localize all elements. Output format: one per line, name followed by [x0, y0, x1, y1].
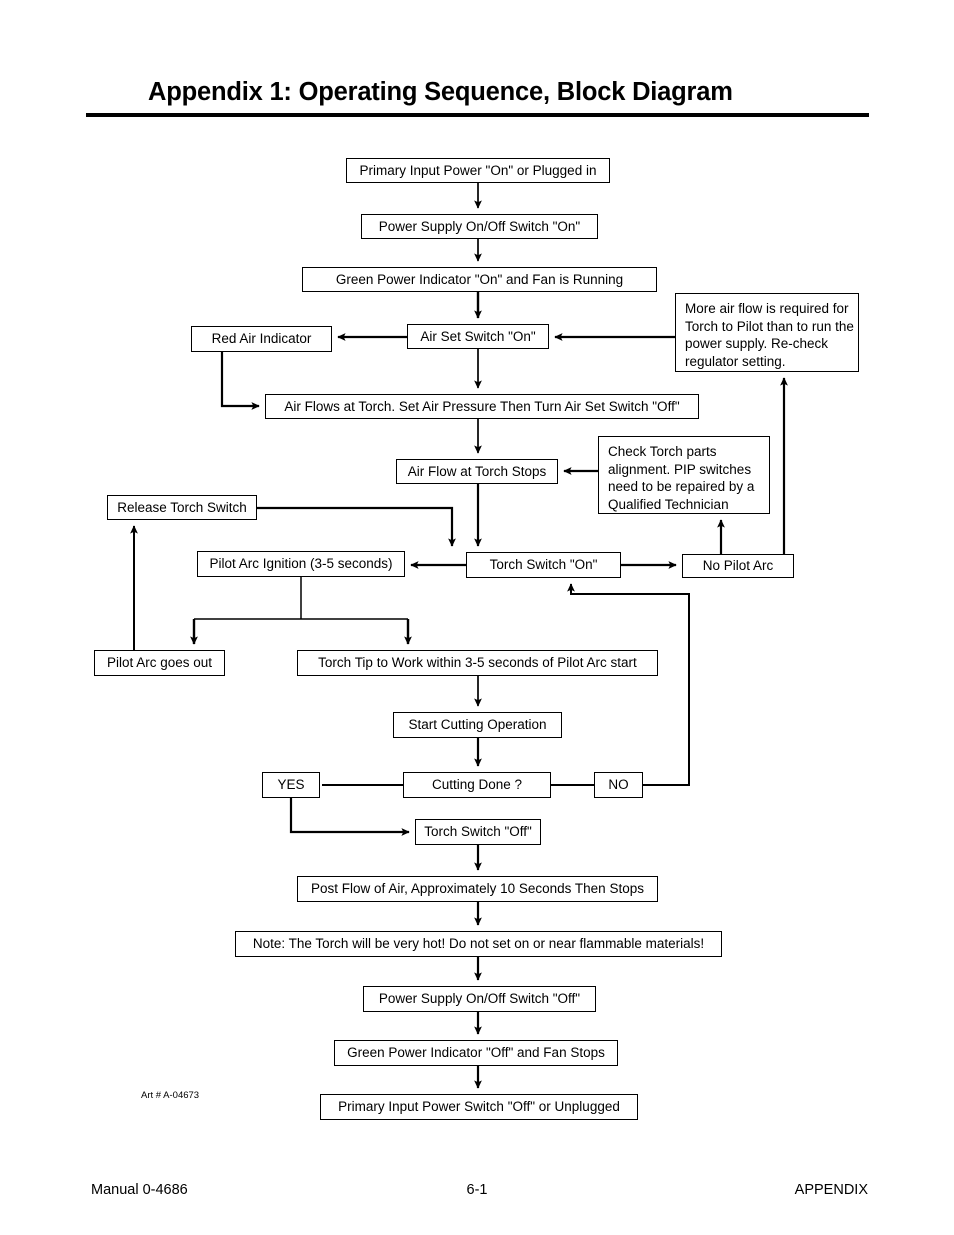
node-air-flows-at-torch: Air Flows at Torch. Set Air Pressure The… — [265, 394, 699, 419]
node-torch-switch-on: Torch Switch "On" — [466, 552, 621, 578]
art-number: Art # A-04673 — [141, 1090, 200, 1101]
document-page: Appendix 1: Operating Sequence, Block Di… — [0, 0, 954, 1235]
node-green-power-indicator-off: Green Power Indicator "Off" and Fan Stop… — [334, 1040, 618, 1066]
note-torch-very-hot: Note: The Torch will be very hot! Do not… — [235, 931, 722, 957]
node-power-supply-switch-off: Power Supply On/Off Switch "Off" — [363, 986, 596, 1012]
node-power-supply-switch-on: Power Supply On/Off Switch "On" — [361, 214, 598, 239]
node-pilot-arc-goes-out: Pilot Arc goes out — [94, 650, 225, 676]
title-divider — [86, 113, 869, 117]
decision-cutting-done: Cutting Done ? — [403, 772, 551, 798]
node-primary-input-power-off: Primary Input Power Switch "Off" or Unpl… — [320, 1094, 638, 1120]
note-check-torch-parts: Check Torch parts alignment. PIP switche… — [598, 436, 770, 514]
node-torch-switch-off: Torch Switch "Off" — [415, 819, 541, 845]
node-air-set-switch-on: Air Set Switch "On" — [407, 324, 549, 349]
node-start-cutting-operation: Start Cutting Operation — [393, 712, 562, 738]
node-torch-tip-to-work: Torch Tip to Work within 3-5 seconds of … — [297, 650, 658, 676]
node-red-air-indicator: Red Air Indicator — [191, 326, 332, 352]
node-green-power-indicator-on: Green Power Indicator "On" and Fan is Ru… — [302, 267, 657, 292]
node-primary-input-power-on: Primary Input Power "On" or Plugged in — [346, 158, 610, 183]
branch-yes: YES — [262, 772, 320, 798]
note-more-air-flow-required: More air flow is required for Torch to P… — [675, 293, 859, 372]
footer-section: APPENDIX — [794, 1182, 868, 1198]
node-pilot-arc-ignition: Pilot Arc Ignition (3-5 seconds) — [197, 551, 405, 577]
page-title: Appendix 1: Operating Sequence, Block Di… — [148, 78, 733, 106]
node-air-flow-at-torch-stops: Air Flow at Torch Stops — [396, 459, 558, 484]
node-no-pilot-arc: No Pilot Arc — [682, 554, 794, 578]
branch-no: NO — [594, 772, 643, 798]
node-post-flow-of-air: Post Flow of Air, Approximately 10 Secon… — [297, 876, 658, 902]
node-release-torch-switch: Release Torch Switch — [107, 495, 257, 520]
